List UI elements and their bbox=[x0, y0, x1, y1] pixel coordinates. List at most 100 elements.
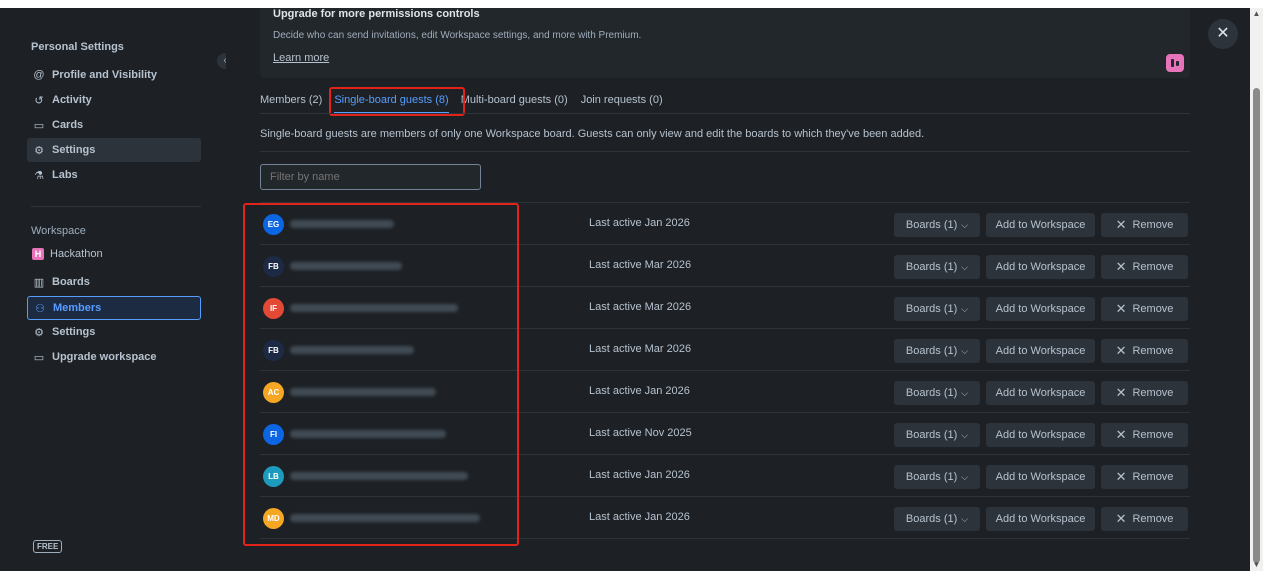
gear-icon: ⚙ bbox=[34, 144, 44, 157]
members-icon: ⚇ bbox=[35, 302, 45, 315]
remove-button[interactable]: ✕ Remove bbox=[1101, 465, 1188, 489]
remove-button[interactable]: ✕ Remove bbox=[1101, 339, 1188, 363]
sidebar-item-settings[interactable]: ⚙ Settings bbox=[27, 138, 201, 162]
close-icon: ✕ bbox=[1115, 301, 1127, 316]
sidebar-item-boards[interactable]: ▥ Boards bbox=[27, 270, 201, 294]
banner-description: Decide who can send invitations, edit Wo… bbox=[273, 30, 642, 41]
sidebar-item-cards[interactable]: ▭ Cards bbox=[27, 113, 201, 137]
add-button-label: Add to Workspace bbox=[995, 303, 1086, 315]
tabs-divider bbox=[260, 113, 1190, 114]
sidebar-item-label: Members bbox=[53, 302, 102, 314]
remove-button-label: Remove bbox=[1132, 303, 1174, 315]
tab-highlight-box bbox=[329, 87, 465, 116]
chevron-down-icon: ⌵ bbox=[961, 219, 969, 230]
add-button-label: Add to Workspace bbox=[995, 429, 1086, 441]
add-to-workspace-button[interactable]: Add to Workspace bbox=[986, 255, 1095, 279]
tab-members[interactable]: Members (2) bbox=[260, 88, 322, 114]
sidebar-item-label: Profile and Visibility bbox=[52, 69, 157, 81]
personal-settings-heading: Personal Settings bbox=[31, 41, 124, 53]
add-to-workspace-button[interactable]: Add to Workspace bbox=[986, 213, 1095, 237]
scroll-down-arrow-icon[interactable]: ▼ bbox=[1250, 559, 1263, 571]
sidebar-item-workspace-settings[interactable]: ⚙ Settings bbox=[27, 320, 201, 344]
chevron-down-icon: ⌵ bbox=[961, 429, 969, 440]
remove-button-label: Remove bbox=[1132, 513, 1174, 525]
last-active-text: Last active Jan 2026 bbox=[589, 385, 690, 397]
boards-button-label: Boards (1) bbox=[905, 471, 958, 483]
remove-button[interactable]: ✕ Remove bbox=[1101, 423, 1188, 447]
history-icon: ↺ bbox=[34, 94, 44, 107]
upgrade-banner: Upgrade for more permissions controls De… bbox=[260, 8, 1190, 78]
boards-button-label: Boards (1) bbox=[905, 261, 958, 273]
boards-dropdown-button[interactable]: Boards (1) ⌵ bbox=[894, 213, 980, 237]
last-active-text: Last active Jan 2026 bbox=[589, 511, 690, 523]
card-icon: ▭ bbox=[33, 351, 45, 364]
sidebar-item-profile[interactable]: @ Profile and Visibility bbox=[27, 63, 201, 87]
workspace-badge: H bbox=[32, 248, 44, 260]
add-to-workspace-button[interactable]: Add to Workspace bbox=[986, 465, 1095, 489]
add-to-workspace-button[interactable]: Add to Workspace bbox=[986, 381, 1095, 405]
last-active-text: Last active Jan 2026 bbox=[589, 469, 690, 481]
card-icon: ▭ bbox=[33, 119, 45, 132]
sidebar-item-label: Settings bbox=[52, 326, 96, 338]
last-active-text: Last active Mar 2026 bbox=[589, 259, 692, 271]
close-button[interactable]: ✕ bbox=[1208, 19, 1238, 49]
sidebar-item-label: Cards bbox=[52, 119, 84, 131]
last-active-text: Last active Mar 2026 bbox=[589, 343, 692, 355]
sidebar-item-label: Labs bbox=[52, 169, 78, 181]
flask-icon: ⚗ bbox=[34, 169, 44, 182]
scroll-up-arrow-icon[interactable]: ▲ bbox=[1250, 8, 1263, 20]
chevron-down-icon: ⌵ bbox=[961, 471, 969, 482]
sidebar-item-activity[interactable]: ↺ Activity bbox=[27, 88, 201, 112]
remove-button[interactable]: ✕ Remove bbox=[1101, 213, 1188, 237]
close-icon: ✕ bbox=[1115, 427, 1127, 442]
add-to-workspace-button[interactable]: Add to Workspace bbox=[986, 297, 1095, 321]
boards-dropdown-button[interactable]: Boards (1) ⌵ bbox=[894, 423, 980, 447]
remove-button[interactable]: ✕ Remove bbox=[1101, 507, 1188, 531]
remove-button-label: Remove bbox=[1132, 471, 1174, 483]
learn-more-link[interactable]: Learn more bbox=[273, 52, 329, 64]
remove-button-label: Remove bbox=[1132, 345, 1174, 357]
remove-button-label: Remove bbox=[1132, 387, 1174, 399]
close-icon: ✕ bbox=[1115, 511, 1127, 526]
banner-title: Upgrade for more permissions controls bbox=[273, 8, 480, 20]
workspace-heading: Workspace bbox=[31, 225, 86, 237]
filter-by-name-input[interactable] bbox=[260, 164, 481, 190]
sidebar-workspace-hackathon[interactable]: H Hackathon bbox=[27, 242, 201, 266]
add-button-label: Add to Workspace bbox=[995, 387, 1086, 399]
sidebar-item-members[interactable]: ⚇ Members bbox=[27, 296, 201, 320]
sidebar-item-label: Activity bbox=[52, 94, 92, 106]
tab-multi-board-guests[interactable]: Multi-board guests (0) bbox=[461, 88, 568, 114]
boards-dropdown-button[interactable]: Boards (1) ⌵ bbox=[894, 465, 980, 489]
sidebar-divider bbox=[31, 206, 201, 207]
add-to-workspace-button[interactable]: Add to Workspace bbox=[986, 339, 1095, 363]
add-button-label: Add to Workspace bbox=[995, 345, 1086, 357]
sidebar-item-label: Upgrade workspace bbox=[52, 351, 157, 363]
boards-dropdown-button[interactable]: Boards (1) ⌵ bbox=[894, 381, 980, 405]
scroll-thumb[interactable] bbox=[1253, 88, 1260, 563]
add-to-workspace-button[interactable]: Add to Workspace bbox=[986, 507, 1095, 531]
close-icon: ✕ bbox=[1115, 217, 1127, 232]
boards-button-label: Boards (1) bbox=[905, 219, 958, 231]
boards-dropdown-button[interactable]: Boards (1) ⌵ bbox=[894, 297, 980, 321]
remove-button[interactable]: ✕ Remove bbox=[1101, 381, 1188, 405]
sidebar-item-labs[interactable]: ⚗ Labs bbox=[27, 163, 201, 187]
close-icon: ✕ bbox=[1115, 469, 1127, 484]
remove-button[interactable]: ✕ Remove bbox=[1101, 255, 1188, 279]
close-icon: ✕ bbox=[1115, 343, 1127, 358]
boards-dropdown-button[interactable]: Boards (1) ⌵ bbox=[894, 339, 980, 363]
boards-dropdown-button[interactable]: Boards (1) ⌵ bbox=[894, 507, 980, 531]
tab-join-requests[interactable]: Join requests (0) bbox=[581, 88, 663, 114]
scrollbar[interactable]: ▲ ▼ bbox=[1250, 8, 1263, 571]
remove-button[interactable]: ✕ Remove bbox=[1101, 297, 1188, 321]
remove-button-label: Remove bbox=[1132, 429, 1174, 441]
sidebar-item-upgrade[interactable]: ▭ Upgrade workspace bbox=[27, 345, 201, 369]
boards-dropdown-button[interactable]: Boards (1) ⌵ bbox=[894, 255, 980, 279]
gear-icon: ⚙ bbox=[34, 326, 44, 339]
add-to-workspace-button[interactable]: Add to Workspace bbox=[986, 423, 1095, 447]
add-button-label: Add to Workspace bbox=[995, 513, 1086, 525]
plan-badge: FREE bbox=[33, 540, 63, 553]
at-icon: @ bbox=[33, 69, 45, 81]
sidebar-item-label: Boards bbox=[52, 276, 90, 288]
top-strip bbox=[0, 0, 1263, 8]
last-active-text: Last active Jan 2026 bbox=[589, 217, 690, 229]
